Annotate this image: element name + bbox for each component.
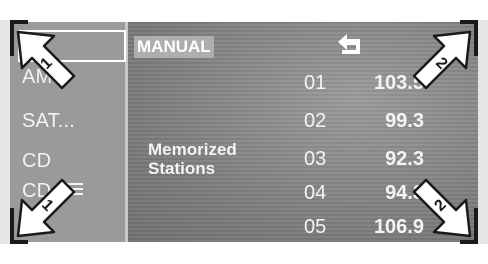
station-frequency: 92.3 bbox=[385, 148, 424, 170]
menu-item-sat[interactable]: SAT... bbox=[22, 110, 75, 133]
callout-arrow-2-top: 2 bbox=[410, 28, 474, 92]
back-arrow-icon[interactable] bbox=[336, 34, 366, 60]
callout-arrow-1-bottom: 1 bbox=[14, 176, 78, 240]
station-number: 01 bbox=[304, 72, 327, 94]
station-number: 03 bbox=[304, 148, 327, 170]
callout-arrow-2-bottom: 2 bbox=[410, 176, 474, 240]
station-frequency: 99.3 bbox=[385, 110, 424, 132]
station-number: 04 bbox=[304, 182, 327, 204]
memorized-label-line2: Stations bbox=[148, 159, 216, 178]
radio-screen: AM... SAT... CD CD MANUAL Memorized Stat… bbox=[10, 22, 478, 242]
memorized-label-line1: Memorized bbox=[148, 140, 237, 159]
memorized-stations-label: Memorized Stations bbox=[148, 140, 237, 178]
station-number: 05 bbox=[304, 216, 327, 238]
callout-arrow-1-top: 1 bbox=[14, 28, 78, 92]
mode-badge[interactable]: MANUAL bbox=[134, 36, 214, 58]
menu-item-cd[interactable]: CD bbox=[22, 150, 51, 173]
display-frame: AM... SAT... CD CD MANUAL Memorized Stat… bbox=[0, 0, 488, 264]
station-number: 02 bbox=[304, 110, 327, 132]
